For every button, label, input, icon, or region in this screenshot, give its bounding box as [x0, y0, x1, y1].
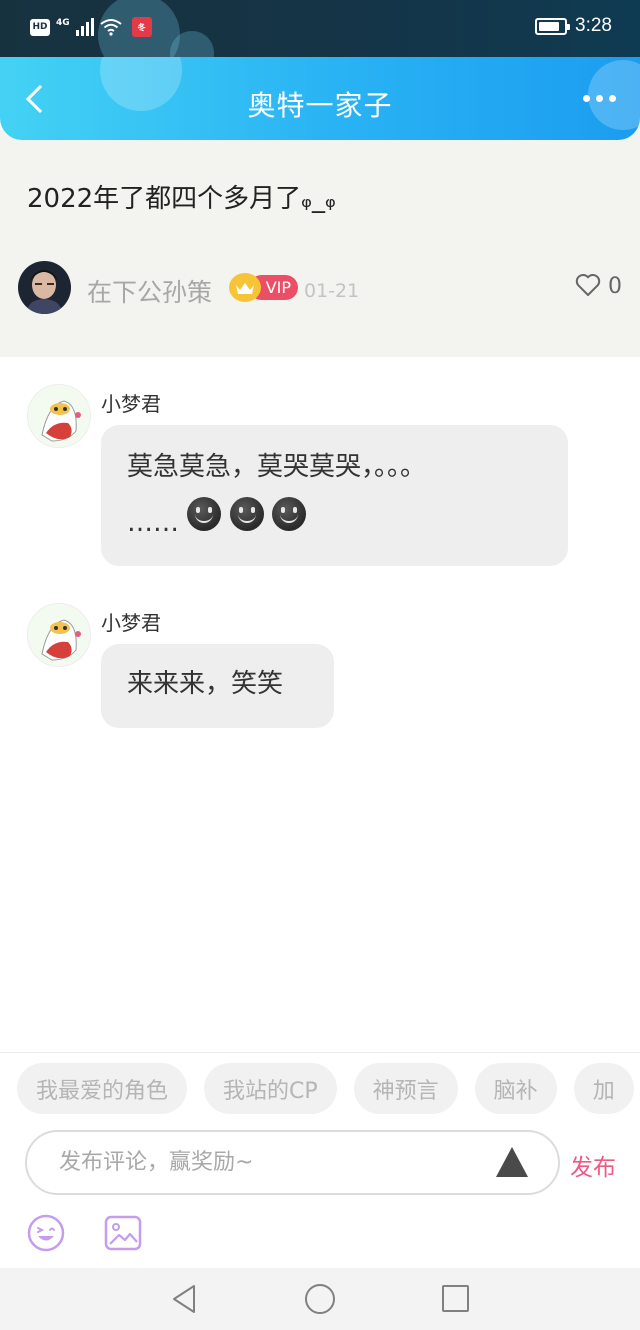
battery-icon: [535, 17, 571, 35]
smiley-icon: [271, 497, 306, 531]
comment-bubble: 来来来，笑笑: [101, 644, 334, 728]
more-options-button[interactable]: [583, 95, 616, 102]
comment-text: ……: [127, 508, 179, 538]
hd-icon: HD: [30, 18, 50, 36]
system-nav-bar: [0, 1268, 640, 1330]
comment-composer: 我最爱的角色 我站的CP 神预言 脑补 加 发布: [0, 1052, 640, 1268]
comment-text: 来来来，笑笑: [127, 669, 284, 699]
send-icon[interactable]: [496, 1147, 528, 1177]
page-title: 奥特一家子: [247, 89, 393, 122]
signal-icon: [75, 18, 94, 36]
nav-recents-icon[interactable]: [442, 1285, 469, 1312]
status-bar: HD 4G 冬 3:28: [0, 0, 640, 57]
topic-tag[interactable]: 我最爱的角色: [17, 1063, 188, 1114]
network-type: 4G: [56, 17, 70, 28]
status-icons-left: HD 4G 冬: [30, 17, 152, 37]
commenter-avatar[interactable]: [27, 603, 91, 667]
post-title: 2022年了都四个多月了ᵩ_ᵩ: [27, 184, 336, 214]
wifi-icon: [100, 19, 122, 36]
app-header: 奥特一家子: [0, 57, 640, 140]
topic-tag[interactable]: 脑补: [474, 1063, 557, 1114]
topic-tag[interactable]: 加: [573, 1063, 634, 1114]
nav-back-icon[interactable]: [171, 1284, 197, 1314]
comment-input-container: [25, 1130, 560, 1195]
comment-input[interactable]: [59, 1132, 479, 1193]
topic-tags: 我最爱的角色 我站的CP 神预言 脑补 加: [17, 1063, 634, 1114]
comment-text-emoji-line: ……: [127, 495, 542, 551]
topic-tag[interactable]: 神预言: [353, 1063, 458, 1114]
app-notification-icon: 冬: [131, 17, 152, 37]
post-date: 01-21: [304, 280, 360, 302]
commenter-name[interactable]: 小梦君: [101, 388, 161, 417]
emoji-icon[interactable]: [26, 1213, 66, 1253]
nav-home-icon[interactable]: [305, 1284, 335, 1314]
commenter-avatar[interactable]: [27, 384, 91, 448]
image-icon[interactable]: [103, 1213, 143, 1253]
author-name[interactable]: 在下公孙策: [87, 273, 212, 309]
clock: 3:28: [575, 15, 612, 36]
commenter-name[interactable]: 小梦君: [101, 607, 161, 636]
smiley-icon: [187, 497, 222, 531]
like-count: 0: [608, 274, 622, 299]
comment-text: 莫急莫急，莫哭莫哭，。。。: [127, 452, 427, 482]
crown-icon: [229, 273, 261, 302]
smiley-icon: [229, 497, 264, 531]
author-avatar[interactable]: [18, 261, 71, 314]
publish-button[interactable]: 发布: [570, 1148, 616, 1182]
topic-tag[interactable]: 我站的CP: [204, 1063, 337, 1114]
status-icons-right: 3:28: [535, 15, 612, 37]
comment-bubble: 莫急莫急，莫哭莫哭，。。。 ……: [101, 425, 568, 566]
heart-icon[interactable]: [575, 273, 601, 297]
post-card: 2022年了都四个多月了ᵩ_ᵩ 在下公孙策 VIP 01-21 0: [0, 130, 640, 357]
